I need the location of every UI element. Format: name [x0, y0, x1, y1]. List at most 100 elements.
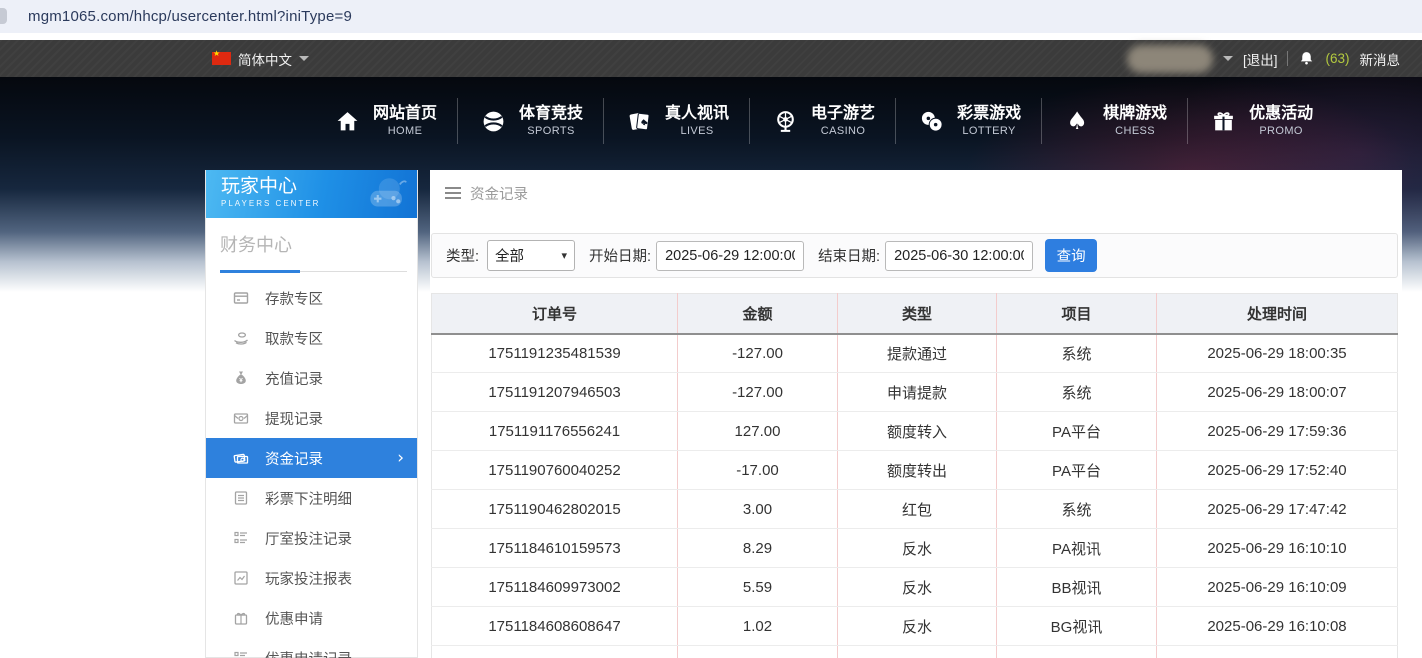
table-row: 1751191235481539-127.00提款通过系统2025-06-29 … [432, 334, 1398, 373]
table-cell: 2025-06-29 17:52:40 [1157, 451, 1398, 490]
messages-label[interactable]: 新消息 [1360, 49, 1401, 69]
col-header-time: 处理时间 [1157, 294, 1398, 334]
table-cell: 额度转出 [838, 451, 997, 490]
table-cell: 3.00 [678, 490, 838, 529]
sidebar-item-player-bet-report[interactable]: 玩家投注报表 [206, 558, 417, 598]
table-cell: 5.59 [678, 568, 838, 607]
table-cell: BB视讯 [997, 568, 1157, 607]
nav-label-en: CASINO [821, 124, 866, 138]
nav-label-en: SPORTS [527, 124, 574, 138]
table-header: 订单号 金额 类型 项目 处理时间 [432, 294, 1398, 334]
type-label: 类型: [446, 245, 479, 266]
table-row: 17511904628020153.00红包系统2025-06-29 17:47… [432, 490, 1398, 529]
sidebar-item-label: 资金记录 [265, 448, 323, 469]
table-cell: 1751191176556241 [432, 412, 678, 451]
chevron-down-icon[interactable] [1223, 56, 1233, 61]
table-cell: 2025-06-29 16:10:08 [1157, 607, 1398, 646]
sidebar-item-deposit-zone[interactable]: 存款专区 [206, 278, 417, 318]
divider [1287, 51, 1288, 66]
table-body: 1751191235481539-127.00提款通过系统2025-06-29 … [432, 334, 1398, 658]
promo-gift-icon [233, 610, 250, 626]
table-cell: 8.29 [678, 529, 838, 568]
message-count[interactable]: (63) [1325, 51, 1349, 66]
end-date-input[interactable] [885, 241, 1033, 271]
table-cell: 1.02 [678, 607, 838, 646]
sidebar-item-funds-records[interactable]: 资金记录 › [206, 438, 417, 478]
table-row-partial [432, 646, 1398, 658]
sidebar-item-lottery-bet-details[interactable]: 彩票下注明细 [206, 478, 417, 518]
nav-item-lives[interactable]: 真人视讯LIVES [604, 91, 750, 151]
table-cell: 1751184608608647 [432, 607, 678, 646]
nav-label-zh: 电子游艺 [811, 104, 875, 124]
url-text[interactable]: mgm1065.com/hhcp/usercenter.html?iniType… [28, 8, 352, 25]
gamepad-icon [357, 174, 409, 218]
banknotes-icon [233, 450, 250, 466]
nav-label-en: PROMO [1259, 124, 1303, 138]
table-cell: 系统 [997, 334, 1157, 373]
table-cell: 反水 [838, 568, 997, 607]
filter-bar: 类型: 全部 ▾ 开始日期: 结束日期: 查询 [431, 233, 1398, 278]
nav-item-chess[interactable]: ♠ 棋牌游戏CHESS [1042, 91, 1188, 151]
col-header-amount: 金额 [678, 294, 838, 334]
bell-icon[interactable] [1298, 50, 1315, 67]
table-cell: -127.00 [678, 334, 838, 373]
main-nav: 网站首页HOME 体育竞技SPORTS 真人视讯LIVES 电子游艺CASINO [312, 77, 1334, 165]
chevron-down-icon: ▾ [562, 249, 568, 262]
nav-label-zh: 网站首页 [373, 104, 437, 124]
gift-icon [1209, 109, 1237, 134]
sidebar-item-label: 优惠申请 [265, 608, 323, 629]
sidebar-item-recharge-records[interactable]: 充值记录 [206, 358, 417, 398]
nav-label-zh: 体育竞技 [519, 104, 583, 124]
sidebar-item-withdraw-zone[interactable]: 取款专区 [206, 318, 417, 358]
table-cell: 127.00 [678, 412, 838, 451]
table-cell: BG视讯 [997, 607, 1157, 646]
chart-icon [233, 570, 250, 586]
hamburger-icon[interactable] [445, 186, 461, 200]
sidebar-item-promo-apply[interactable]: 优惠申请 [206, 598, 417, 638]
sidebar-item-hall-bet-records[interactable]: 厅室投注记录 [206, 518, 417, 558]
table-cell: 2025-06-29 17:59:36 [1157, 412, 1398, 451]
table-cell: -127.00 [678, 373, 838, 412]
funds-table: 订单号 金额 类型 项目 处理时间 1751191235481539-127.0… [431, 293, 1398, 658]
top-bar: ★ 简体中文 [退出] (63) 新消息 [0, 40, 1422, 77]
search-button[interactable]: 查询 [1045, 239, 1097, 272]
logout-link[interactable]: [退出] [1243, 49, 1278, 69]
sidebar-item-label: 玩家投注报表 [265, 568, 352, 589]
money-bag-icon [233, 370, 250, 386]
nav-item-promo[interactable]: 优惠活动PROMO [1188, 91, 1334, 151]
chevron-right-icon: › [397, 448, 404, 468]
sidebar-item-promo-apply-records[interactable]: 优惠申请记录 [206, 638, 417, 658]
type-select[interactable]: 全部 ▾ [487, 240, 575, 271]
table-cell: 额度转入 [838, 412, 997, 451]
table-cell: 2025-06-29 18:00:07 [1157, 373, 1398, 412]
start-date-input[interactable] [656, 241, 804, 271]
envelope-money-icon [233, 410, 250, 426]
browser-back-icon[interactable] [0, 8, 7, 24]
sidebar: 玩家中心 PLAYERS CENTER 财务中心 存款专区 取款专区 充值记录 [205, 170, 418, 658]
table-cell: 1751184610159573 [432, 529, 678, 568]
nav-item-lottery[interactable]: 彩票游戏LOTTERY [896, 91, 1042, 151]
username-blurred[interactable] [1127, 45, 1213, 73]
sidebar-menu: 存款专区 取款专区 充值记录 提现记录 资金记录 › 彩票下注明细 [206, 278, 417, 658]
table-cell: PA视讯 [997, 529, 1157, 568]
sports-ball-icon [479, 109, 507, 134]
nav-item-sports[interactable]: 体育竞技SPORTS [458, 91, 604, 151]
nav-item-casino[interactable]: 电子游艺CASINO [750, 91, 896, 151]
nav-label-zh: 彩票游戏 [957, 104, 1021, 124]
breadcrumb-title: 资金记录 [470, 183, 528, 204]
table-cell: 2025-06-29 18:00:35 [1157, 334, 1398, 373]
table-row: 1751191207946503-127.00申请提款系统2025-06-29 … [432, 373, 1398, 412]
home-icon [333, 109, 361, 134]
table-row: 17511846099730025.59反水BB视讯2025-06-29 16:… [432, 568, 1398, 607]
chevron-down-icon [299, 56, 309, 61]
start-date-label: 开始日期: [589, 245, 651, 266]
table-cell: PA平台 [997, 412, 1157, 451]
browser-url-bar[interactable]: mgm1065.com/hhcp/usercenter.html?iniType… [0, 0, 1422, 33]
table-cell: PA平台 [997, 451, 1157, 490]
table-cell: 2025-06-29 16:10:10 [1157, 529, 1398, 568]
list-icon [233, 650, 250, 658]
sidebar-item-withdraw-records[interactable]: 提现记录 [206, 398, 417, 438]
sidebar-item-label: 厅室投注记录 [265, 528, 352, 549]
nav-item-home[interactable]: 网站首页HOME [312, 91, 458, 151]
language-selector[interactable]: ★ 简体中文 [212, 40, 309, 77]
